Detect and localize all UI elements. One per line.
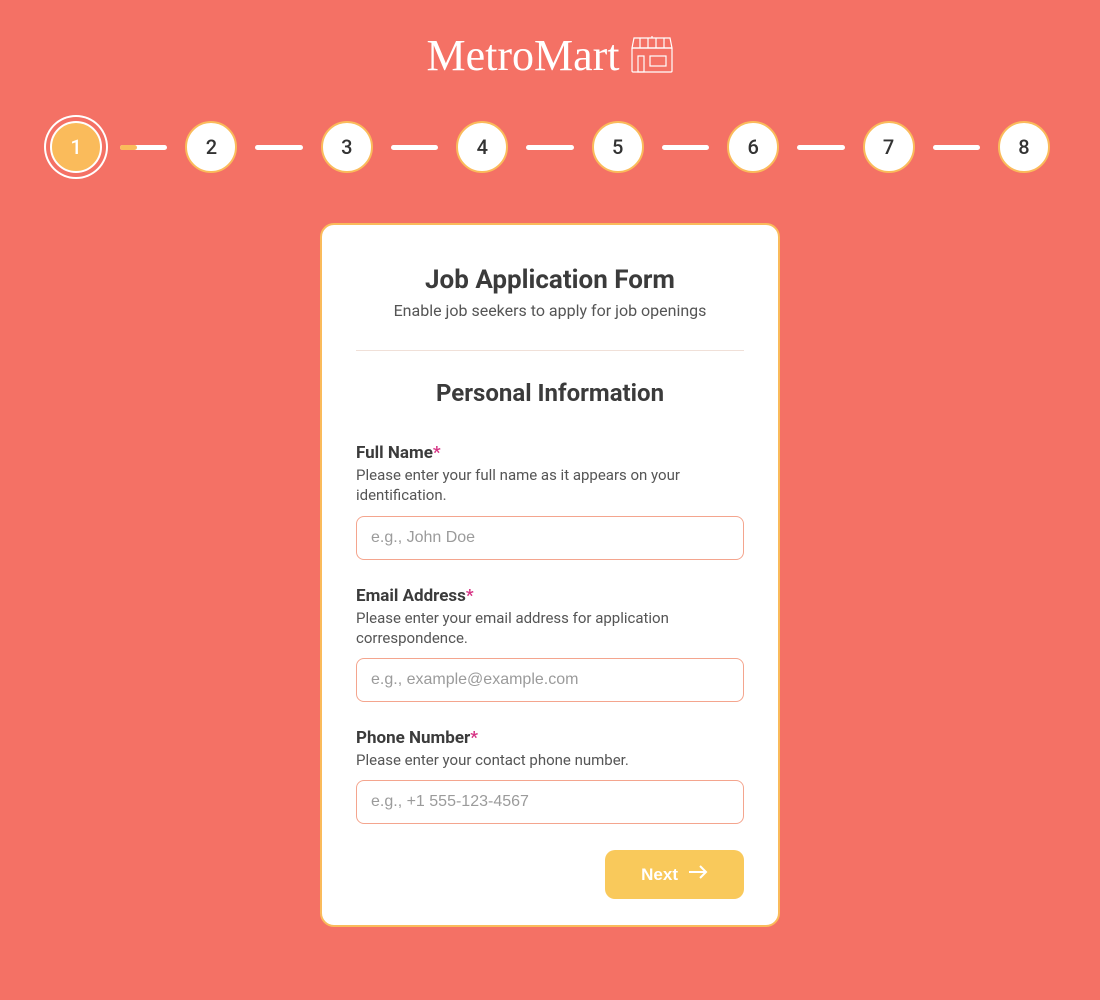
storefront-icon [630,34,674,78]
form-card: Job Application Form Enable job seekers … [320,223,780,927]
field-phone: Phone Number* Please enter your contact … [356,728,744,824]
step-3[interactable]: 3 [321,121,373,173]
required-indicator: * [470,728,478,748]
step-4[interactable]: 4 [456,121,508,173]
field-full-name: Full Name* Please enter your full name a… [356,443,744,560]
step-connector [255,145,302,150]
next-button-label: Next [641,865,678,885]
form-subtitle: Enable job seekers to apply for job open… [356,301,744,320]
step-connector [120,145,167,150]
step-1[interactable]: 1 [50,121,102,173]
field-email: Email Address* Please enter your email a… [356,586,744,703]
email-input[interactable] [356,658,744,702]
step-connector-progress [120,145,137,150]
step-connector [797,145,844,150]
step-connector [933,145,980,150]
arrow-right-icon [688,864,708,885]
step-2[interactable]: 2 [185,121,237,173]
email-label: Email Address [356,586,466,606]
phone-input[interactable] [356,780,744,824]
next-button[interactable]: Next [605,850,744,899]
brand-name: MetroMart [426,30,619,81]
required-indicator: * [433,443,441,463]
step-connector [391,145,438,150]
email-help: Please enter your email address for appl… [356,608,744,649]
step-7[interactable]: 7 [863,121,915,173]
phone-help: Please enter your contact phone number. [356,750,744,770]
step-connector [662,145,709,150]
button-row: Next [356,850,744,899]
divider [356,350,744,351]
phone-label: Phone Number [356,728,470,748]
full-name-input[interactable] [356,516,744,560]
full-name-help: Please enter your full name as it appear… [356,465,744,506]
step-connector [526,145,573,150]
step-5[interactable]: 5 [592,121,644,173]
form-title: Job Application Form [356,265,744,295]
progress-stepper: 1 2 3 4 5 6 7 8 [0,101,1100,203]
step-8[interactable]: 8 [998,121,1050,173]
section-title: Personal Information [356,379,744,407]
logo-area: MetroMart [0,0,1100,101]
full-name-label: Full Name [356,443,433,463]
step-6[interactable]: 6 [727,121,779,173]
required-indicator: * [466,586,474,606]
